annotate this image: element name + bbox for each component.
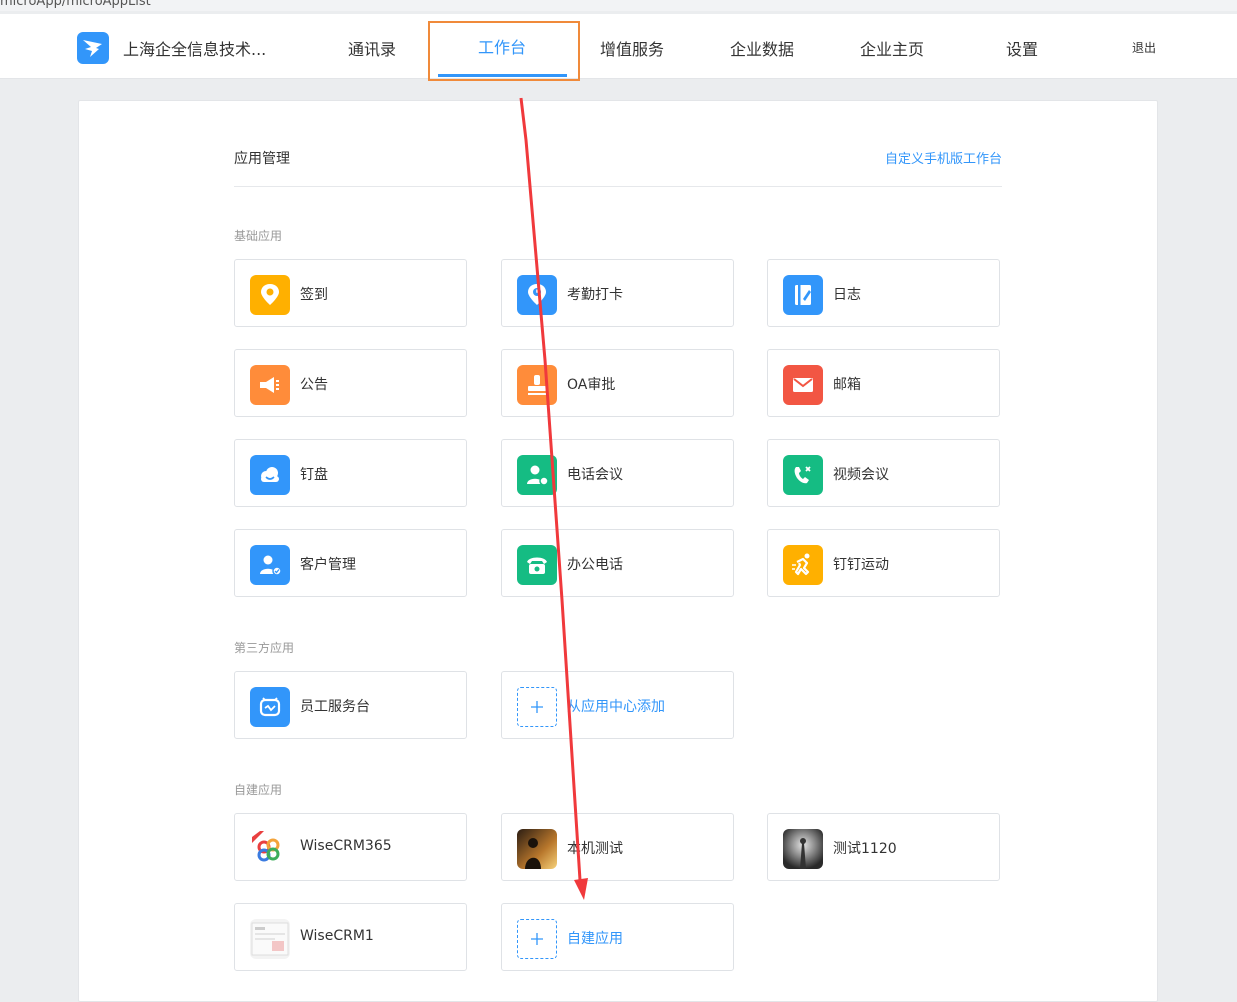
app-label: 视频会议: [833, 467, 889, 483]
cloud-drive-icon: [250, 455, 290, 495]
add-from-app-center-label: 从应用中心添加: [567, 699, 665, 715]
app-card-video-conference[interactable]: 视频会议: [767, 439, 1000, 507]
customize-mobile-workbench-link[interactable]: 自定义手机版工作台: [885, 148, 1002, 167]
photo-thumbnail-icon: [517, 829, 557, 869]
app-card-local-test[interactable]: 本机测试: [501, 813, 734, 881]
app-card-attendance[interactable]: 考勤打卡: [501, 259, 734, 327]
app-label: 邮箱: [833, 377, 861, 393]
nav-enterprise-homepage[interactable]: 企业主页: [847, 36, 937, 60]
app-card-office-phone[interactable]: 办公电话: [501, 529, 734, 597]
section-title-custom: 自建应用: [234, 783, 283, 797]
video-conference-icon: [783, 455, 823, 495]
app-label: 钉盘: [300, 467, 328, 483]
nav-enterprise-data[interactable]: 企业数据: [717, 36, 807, 60]
app-card-wisecrm365[interactable]: WiseCRM365: [234, 813, 467, 881]
app-label: 测试1120: [833, 841, 897, 857]
customer-icon: [250, 545, 290, 585]
top-navigation: 上海企全信息技术... 通讯录 工作台 增值服务 企业数据 企业主页 设置 退出: [0, 14, 1237, 79]
wisecrm-logo-icon: [250, 829, 290, 869]
divider: [234, 186, 1002, 187]
app-card-sport[interactable]: 钉钉运动: [767, 529, 1000, 597]
app-card-announcement[interactable]: 公告: [234, 349, 467, 417]
company-name[interactable]: 上海企全信息技术...: [123, 36, 266, 60]
app-card-phone-conference[interactable]: 电话会议: [501, 439, 734, 507]
app-label: OA审批: [567, 377, 616, 393]
app-label: 办公电话: [567, 557, 623, 573]
dingtalk-logo-icon[interactable]: [77, 32, 109, 64]
app-card-mail[interactable]: 邮箱: [767, 349, 1000, 417]
office-phone-icon: [517, 545, 557, 585]
app-card-service-desk[interactable]: 员工服务台: [234, 671, 467, 739]
approval-icon: [517, 365, 557, 405]
nav-settings[interactable]: 设置: [977, 36, 1067, 60]
sport-icon: [783, 545, 823, 585]
app-label: 员工服务台: [300, 699, 370, 715]
panel-title: 应用管理: [234, 151, 290, 167]
mail-icon: [783, 365, 823, 405]
browser-url-strip: microApp/microAppList: [0, 0, 1237, 11]
app-card-cloud-drive[interactable]: 钉盘: [234, 439, 467, 507]
plus-icon: [517, 687, 557, 727]
app-card-customer[interactable]: 客户管理: [234, 529, 467, 597]
attendance-icon: [517, 275, 557, 315]
section-title-basic: 基础应用: [234, 229, 283, 243]
plus-icon: [517, 919, 557, 959]
announcement-icon: [250, 365, 290, 405]
url-text: microApp/microAppList: [0, 0, 151, 9]
log-icon: [783, 275, 823, 315]
app-card-checkin[interactable]: 签到: [234, 259, 467, 327]
app-management-panel: 应用管理 自定义手机版工作台 基础应用 签到 考勤打卡 日志 公告 OA审批 邮…: [78, 100, 1158, 1002]
app-label: 客户管理: [300, 557, 356, 573]
app-card-oa-approval[interactable]: OA审批: [501, 349, 734, 417]
app-label: WiseCRM365: [300, 838, 392, 854]
add-from-app-center-button[interactable]: 从应用中心添加: [501, 671, 734, 739]
service-desk-icon: [250, 687, 290, 727]
photo-thumbnail-icon: [783, 829, 823, 869]
app-label: 电话会议: [567, 467, 623, 483]
create-custom-app-button[interactable]: 自建应用: [501, 903, 734, 971]
app-label: 公告: [300, 377, 328, 393]
annotation-highlight-box: [428, 21, 580, 81]
app-label: WiseCRM1: [300, 928, 374, 944]
app-label: 本机测试: [567, 841, 623, 857]
section-title-third-party: 第三方应用: [234, 641, 295, 655]
nav-contacts[interactable]: 通讯录: [327, 36, 417, 60]
logout-link[interactable]: 退出: [1132, 39, 1156, 56]
nav-value-added-services[interactable]: 增值服务: [587, 36, 677, 60]
app-card-wisecrm1[interactable]: WiseCRM1: [234, 903, 467, 971]
app-label: 签到: [300, 287, 328, 303]
app-label: 日志: [833, 287, 861, 303]
app-card-test-1120[interactable]: 测试1120: [767, 813, 1000, 881]
create-custom-app-label: 自建应用: [567, 931, 623, 947]
app-label: 钉钉运动: [833, 557, 889, 573]
checkin-icon: [250, 275, 290, 315]
app-label: 考勤打卡: [567, 287, 623, 303]
screenshot-thumbnail-icon: [250, 919, 290, 959]
phone-conference-icon: [517, 455, 557, 495]
app-card-log[interactable]: 日志: [767, 259, 1000, 327]
